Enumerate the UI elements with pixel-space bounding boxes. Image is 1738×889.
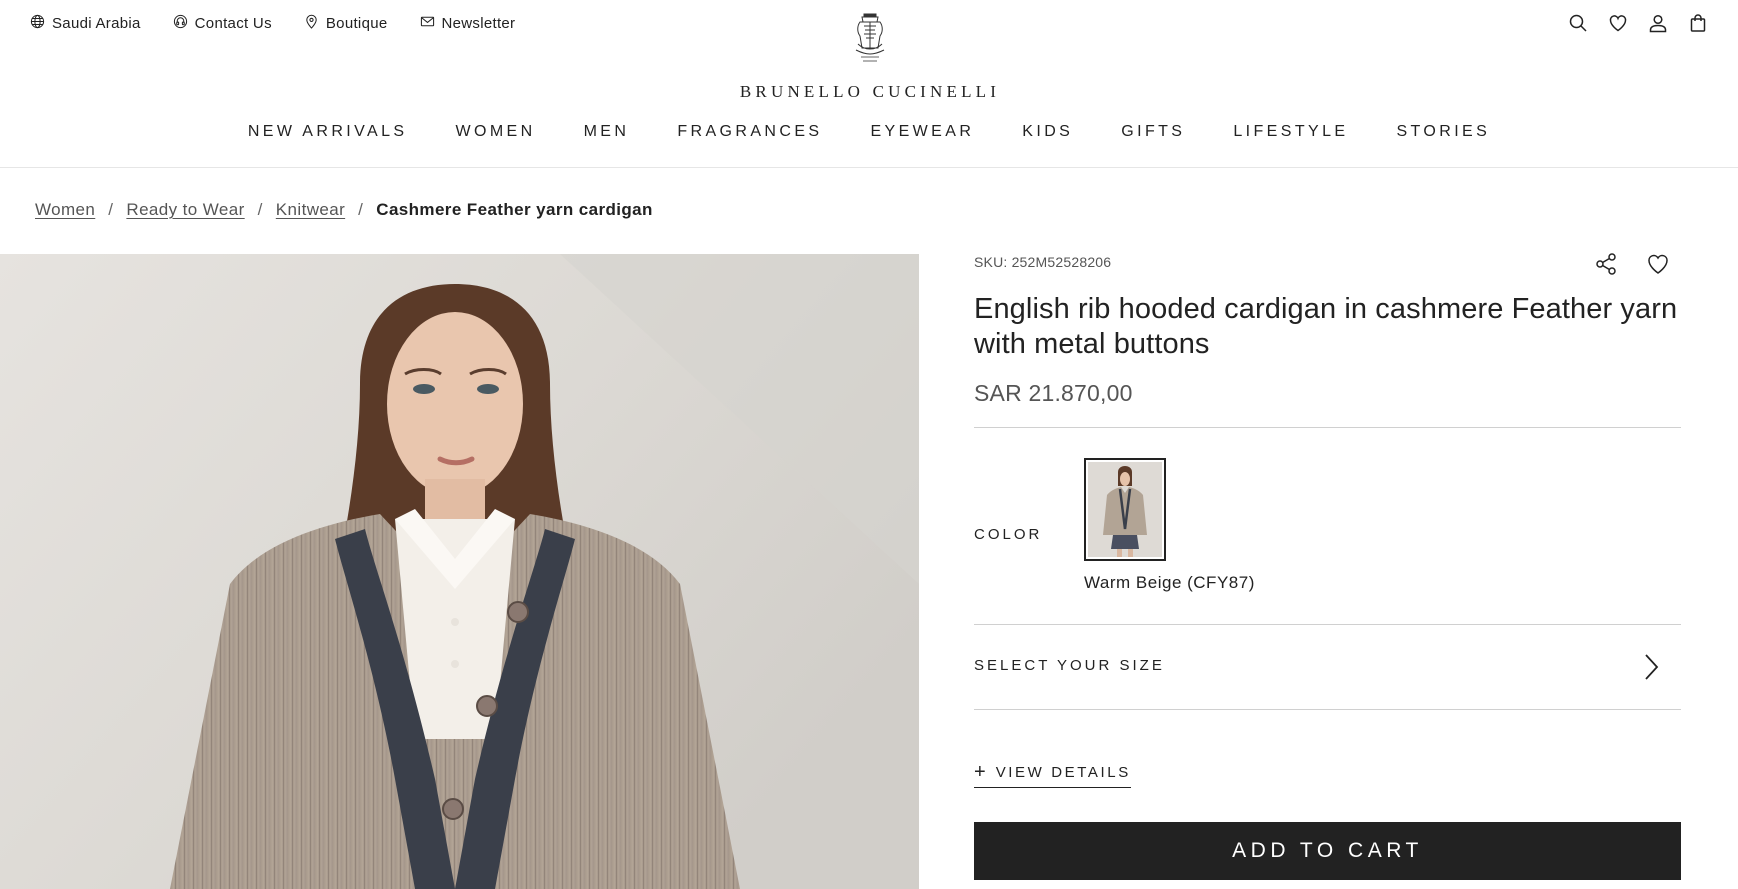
- map-pin-icon: [304, 14, 319, 33]
- breadcrumb-ready-to-wear[interactable]: Ready to Wear: [126, 200, 244, 220]
- crest-icon: [850, 10, 890, 70]
- region-selector[interactable]: Saudi Arabia: [30, 14, 141, 33]
- breadcrumb-current: Cashmere Feather yarn cardigan: [376, 200, 653, 219]
- nav-eyewear[interactable]: EYEWEAR: [870, 123, 974, 141]
- user-icon[interactable]: [1648, 13, 1668, 33]
- share-icon[interactable]: [1594, 252, 1618, 276]
- chevron-right-icon: [1639, 652, 1663, 682]
- region-label: Saudi Arabia: [52, 15, 141, 32]
- selected-color-name: Warm Beige (CFY87): [1084, 573, 1255, 592]
- globe-icon: [30, 14, 45, 33]
- breadcrumb-knitwear[interactable]: Knitwear: [276, 200, 345, 220]
- select-size-button[interactable]: SELECT YOUR SIZE: [974, 625, 1681, 709]
- view-details-label: VIEW DETAILS: [995, 764, 1131, 781]
- plus-icon: +: [974, 761, 986, 783]
- nav-men[interactable]: MEN: [584, 123, 630, 141]
- bag-icon[interactable]: [1688, 13, 1708, 33]
- view-details-button[interactable]: + VIEW DETAILS: [974, 761, 1131, 788]
- select-size-label: SELECT YOUR SIZE: [974, 657, 1165, 674]
- contact-us-link[interactable]: Contact Us: [173, 14, 272, 33]
- product-title: English rib hooded cardigan in cashmere …: [974, 293, 1678, 360]
- boutique-link[interactable]: Boutique: [304, 14, 388, 33]
- divider: [974, 709, 1681, 710]
- search-icon[interactable]: [1568, 13, 1588, 33]
- color-label: COLOR: [974, 526, 1043, 543]
- contact-us-label: Contact Us: [194, 15, 272, 32]
- nav-kids[interactable]: KIDS: [1022, 123, 1073, 141]
- header-actions: [1568, 13, 1708, 33]
- boutique-label: Boutique: [325, 15, 388, 32]
- nav-new-arrivals[interactable]: NEW ARRIVALS: [248, 123, 408, 141]
- product-sku: SKU: 252M52528206: [974, 254, 1112, 270]
- breadcrumb: Women / Ready to Wear / Knitwear / Cashm…: [35, 200, 653, 220]
- headset-icon: [173, 14, 188, 33]
- breadcrumb-separator: /: [257, 200, 263, 219]
- brand-logo[interactable]: BRUNELLO CUCINELLI: [700, 10, 1040, 102]
- add-to-cart-button[interactable]: ADD TO CART: [974, 822, 1681, 880]
- color-swatch-warm-beige[interactable]: [1084, 458, 1166, 561]
- wishlist-heart-icon[interactable]: [1646, 252, 1670, 276]
- utility-nav: Saudi Arabia Contact Us Boutique Newslet…: [30, 14, 515, 33]
- product-details: SKU: 252M52528206 English rib hooded car…: [974, 252, 1681, 880]
- newsletter-label: Newsletter: [441, 15, 516, 32]
- breadcrumb-separator: /: [108, 200, 114, 219]
- header-divider: [0, 167, 1738, 168]
- brand-name: BRUNELLO CUCINELLI: [739, 82, 1001, 101]
- nav-gifts[interactable]: GIFTS: [1121, 123, 1185, 141]
- nav-stories[interactable]: STORIES: [1396, 123, 1490, 141]
- newsletter-link[interactable]: Newsletter: [420, 14, 516, 33]
- nav-women[interactable]: WOMEN: [455, 123, 535, 141]
- nav-lifestyle[interactable]: LIFESTYLE: [1233, 123, 1348, 141]
- color-selector: COLOR Warm Beige (CFY87): [974, 428, 1681, 624]
- breadcrumb-women[interactable]: Women: [35, 200, 95, 220]
- product-price: SAR 21.870,00: [974, 380, 1133, 406]
- main-nav: NEW ARRIVALS WOMEN MEN FRAGRANCES EYEWEA…: [0, 123, 1738, 141]
- product-image[interactable]: [0, 254, 919, 889]
- nav-fragrances[interactable]: FRAGRANCES: [677, 123, 822, 141]
- breadcrumb-separator: /: [358, 200, 364, 219]
- envelope-icon: [420, 14, 435, 33]
- heart-icon[interactable]: [1608, 13, 1628, 33]
